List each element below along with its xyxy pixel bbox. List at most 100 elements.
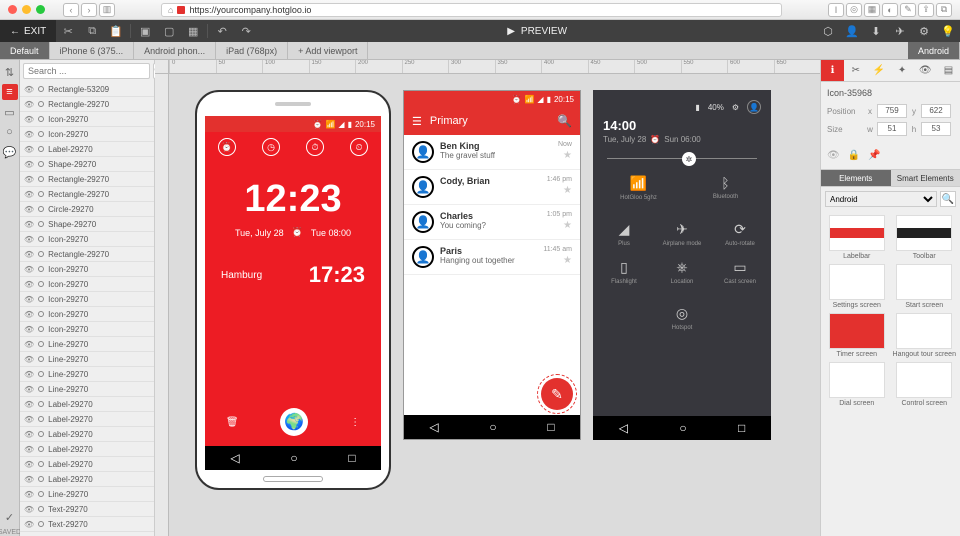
message-list[interactable]: 👤Ben KingThe gravel stuffNow★👤Cody, Bria… xyxy=(404,135,580,415)
right-viewport-label[interactable]: Android xyxy=(908,42,960,59)
sidebar-button[interactable]: ▥ xyxy=(99,3,115,17)
y-field[interactable]: 622 xyxy=(921,104,951,118)
ext-button-1[interactable]: I xyxy=(828,3,844,17)
close-icon[interactable] xyxy=(8,5,17,14)
layer-item[interactable]: 👁Line-29270 xyxy=(20,367,154,382)
search-icon[interactable]: 🔍 xyxy=(557,114,572,128)
library-item[interactable]: Toolbar xyxy=(893,215,957,260)
eye-icon[interactable]: 👁 xyxy=(24,85,34,94)
url-bar[interactable]: ⌂ https://yourcompany.hotgloo.io xyxy=(161,3,782,17)
eye-icon[interactable]: 👁 xyxy=(24,325,34,334)
message-item[interactable]: 👤ParisHanging out together11:45 am★ xyxy=(404,240,580,275)
eye-icon[interactable]: 👁 xyxy=(24,175,34,184)
layer-item[interactable]: 👁Icon-29270 xyxy=(20,262,154,277)
w-field[interactable]: 51 xyxy=(877,122,907,136)
eye-icon[interactable]: 👁 xyxy=(24,475,34,484)
layers-icon[interactable]: ≡ xyxy=(2,84,18,100)
send-back-button[interactable]: ▢ xyxy=(157,20,181,42)
artboard-inbox[interactable]: ⏰ 📶 ◢ ▮ 20:15 ☰ Primary 🔍 👤Ben KingThe g… xyxy=(403,90,581,440)
eye-icon[interactable]: 👁 xyxy=(24,220,34,229)
preview-button[interactable]: ▶ PREVIEW xyxy=(258,26,816,37)
star-icon[interactable]: ★ xyxy=(563,255,572,266)
exit-button[interactable]: ← EXIT xyxy=(0,20,56,42)
gear-icon[interactable]: ✲ xyxy=(682,152,696,166)
layer-item[interactable]: 👁Text-29270 xyxy=(20,502,154,517)
hotspot-tile[interactable]: ◎Hotspot xyxy=(597,301,767,335)
layer-item[interactable]: 👁Icon-29270 xyxy=(20,232,154,247)
artboard-quicksettings[interactable]: ▮ 40% ⚙ 👤 14:00 Tue, July 28 ⏰ Sun 06:00… xyxy=(593,90,771,440)
library-item[interactable]: Dial screen xyxy=(825,362,889,407)
library-item[interactable]: Labelbar xyxy=(825,215,889,260)
library-search-button[interactable]: 🔍 xyxy=(940,191,956,207)
element-library[interactable]: LabelbarToolbarSettings screenStart scre… xyxy=(821,211,960,411)
ext-button-2[interactable]: ◎ xyxy=(846,3,862,17)
eye-icon[interactable]: 👁 xyxy=(24,385,34,394)
menu-icon[interactable]: ☰ xyxy=(412,115,422,128)
layer-item[interactable]: 👁Line-29270 xyxy=(20,487,154,502)
add-viewport-button[interactable]: + Add viewport xyxy=(288,42,368,59)
plus-tile[interactable]: ◢Plus xyxy=(597,217,651,251)
layer-item[interactable]: 👁Icon-29270 xyxy=(20,127,154,142)
effects-tab[interactable]: ✦ xyxy=(891,60,914,81)
ext-button-4[interactable]: ◐ xyxy=(882,3,898,17)
layer-item[interactable]: 👁Rectangle-53209 xyxy=(20,82,154,97)
redo-button[interactable]: ↷ xyxy=(234,20,258,42)
eye-icon[interactable]: 👁 xyxy=(24,520,34,529)
user-button[interactable]: 👤 xyxy=(840,20,864,42)
viewport-tab[interactable]: iPad (768px) xyxy=(216,42,288,59)
library-item[interactable]: Start screen xyxy=(893,264,957,309)
eye-icon[interactable]: 👁 xyxy=(24,115,34,124)
paste-button[interactable]: 📋 xyxy=(104,20,128,42)
eye-icon[interactable]: 👁 xyxy=(24,190,34,199)
layer-item[interactable]: 👁Label-29270 xyxy=(20,412,154,427)
eye-icon[interactable]: 👁 xyxy=(24,235,34,244)
eye-icon[interactable]: 👁 xyxy=(24,310,34,319)
link-tab[interactable]: ⚡ xyxy=(867,60,890,81)
layer-item[interactable]: 👁Icon-29270 xyxy=(20,292,154,307)
airplane-tile[interactable]: ✈Airplane mode xyxy=(655,217,709,251)
more-icon[interactable]: ⋮ xyxy=(350,417,360,428)
layer-item[interactable]: 👁Icon-29270 xyxy=(20,322,154,337)
info-tab[interactable]: ℹ xyxy=(821,60,844,81)
layer-item[interactable]: 👁Line-29270 xyxy=(20,337,154,352)
library-item[interactable]: Timer screen xyxy=(825,313,889,358)
sitemap-icon[interactable]: ⇅ xyxy=(2,64,18,80)
library-item[interactable]: Control screen xyxy=(893,362,957,407)
group-button[interactable]: ▦ xyxy=(181,20,205,42)
layer-item[interactable]: 👁Label-29270 xyxy=(20,142,154,157)
star-icon[interactable]: ★ xyxy=(563,150,572,161)
eye-icon[interactable]: 👁 xyxy=(827,150,840,161)
library-select[interactable]: Android xyxy=(825,191,937,207)
eye-icon[interactable]: 👁 xyxy=(24,280,34,289)
h-field[interactable]: 53 xyxy=(921,122,951,136)
layer-list[interactable]: 👁Rectangle-53209 👁Rectangle-29270 👁Icon-29… xyxy=(20,82,154,536)
undo-button[interactable]: ↶ xyxy=(210,20,234,42)
pin-icon[interactable]: 📌 xyxy=(868,150,880,161)
eye-icon[interactable]: 👁 xyxy=(24,400,34,409)
eye-icon[interactable]: 👁 xyxy=(24,505,34,514)
brightness-slider[interactable]: ✲ xyxy=(607,158,757,159)
gear-icon[interactable]: ⚙ xyxy=(732,103,739,112)
location-tile[interactable]: ⎈Location xyxy=(655,255,709,289)
canvas[interactable]: 050100150200250300350400450500550600650 … xyxy=(155,60,820,536)
layer-item[interactable]: 👁Label-29270 xyxy=(20,397,154,412)
tools-tab[interactable]: ✂ xyxy=(844,60,867,81)
bring-front-button[interactable]: ▣ xyxy=(133,20,157,42)
window-controls[interactable] xyxy=(8,5,45,14)
user-icon[interactable]: 👤 xyxy=(747,100,761,114)
viewport-default[interactable]: Default xyxy=(0,42,50,59)
layer-item[interactable]: 👁Rectangle-29270 xyxy=(20,172,154,187)
forward-button[interactable]: › xyxy=(81,3,97,17)
minimize-icon[interactable] xyxy=(22,5,31,14)
cut-button[interactable]: ✂ xyxy=(56,20,80,42)
eye-icon[interactable]: 👁 xyxy=(24,460,34,469)
star-icon[interactable]: ★ xyxy=(563,185,572,196)
message-item[interactable]: 👤Cody, Brian1:46 pm★ xyxy=(404,170,580,205)
eye-icon[interactable]: 👁 xyxy=(24,445,34,454)
message-item[interactable]: 👤Ben KingThe gravel stuffNow★ xyxy=(404,135,580,170)
viewport-tab[interactable]: Android phon... xyxy=(134,42,216,59)
eye-icon[interactable]: 👁 xyxy=(24,250,34,259)
bluetooth-tile[interactable]: ᛒBluetooth xyxy=(684,171,767,205)
layer-item[interactable]: 👁Icon-29270 xyxy=(20,277,154,292)
layer-item[interactable]: 👁Label-29270 xyxy=(20,472,154,487)
